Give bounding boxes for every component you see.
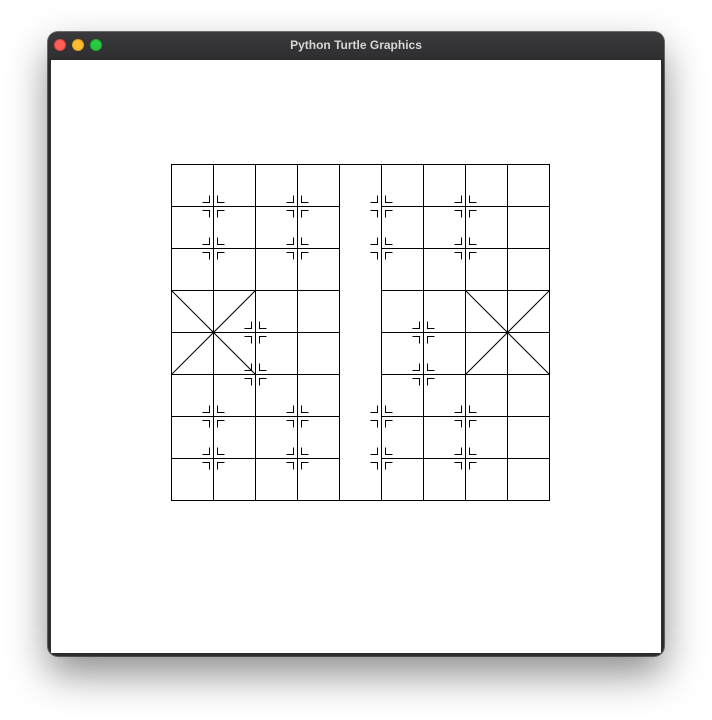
title-bar[interactable]: Python Turtle Graphics: [48, 32, 664, 58]
turtle-canvas[interactable]: [51, 60, 661, 653]
canvas-background: [51, 60, 661, 653]
window-title: Python Turtle Graphics: [290, 38, 422, 52]
board-drawing: [51, 60, 661, 653]
turtle-window: Python Turtle Graphics: [48, 32, 664, 656]
